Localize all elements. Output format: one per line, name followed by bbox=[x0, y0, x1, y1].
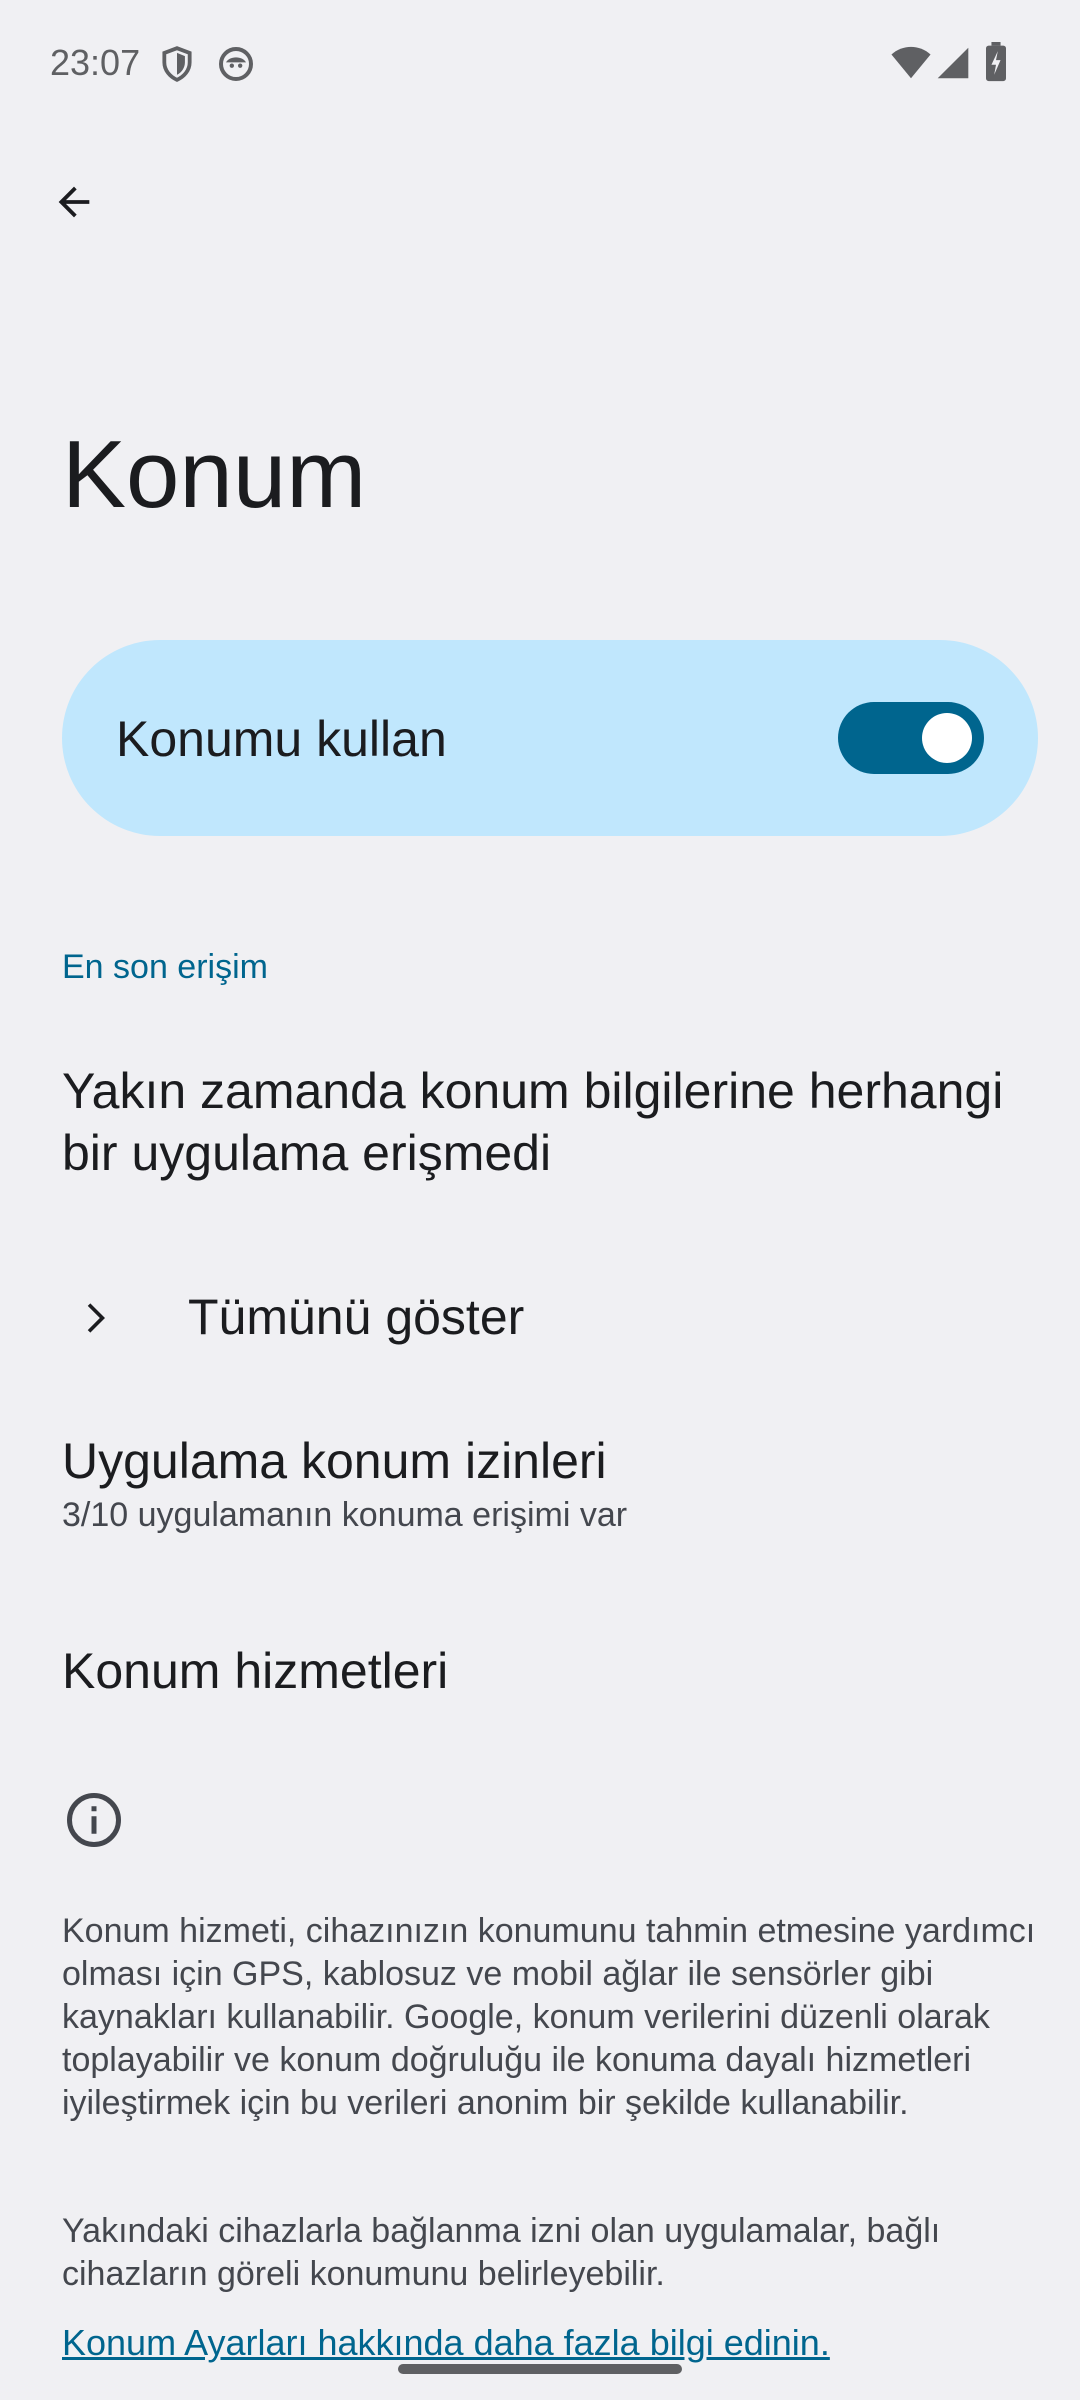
learn-more-link[interactable]: Konum Ayarları hakkında daha fazla bilgi… bbox=[62, 2322, 830, 2364]
app-location-permissions-item[interactable]: Uygulama konum izinleri 3/10 uygulamanın… bbox=[62, 1430, 1022, 1538]
location-services-title: Konum hizmetleri bbox=[62, 1643, 449, 1699]
battery-charging-icon bbox=[984, 42, 1008, 87]
recent-access-header: En son erişim bbox=[62, 948, 268, 986]
see-all-button[interactable]: Tümünü göster bbox=[0, 1268, 1080, 1368]
status-time: 23:07 bbox=[50, 42, 141, 83]
location-services-item[interactable]: Konum hizmetleri bbox=[62, 1640, 1022, 1702]
cell-signal-icon bbox=[936, 46, 970, 85]
nearby-devices-footer-paragraph: Yakındaki cihazlarla bağlanma izni olan … bbox=[62, 2212, 941, 2293]
use-location-toggle[interactable] bbox=[838, 702, 984, 774]
chevron-right-icon bbox=[72, 1292, 116, 1349]
toggle-thumb bbox=[922, 713, 972, 763]
recent-access-empty-message: Yakın zamanda konum bilgilerine herhangi… bbox=[62, 1063, 1004, 1181]
back-button[interactable] bbox=[36, 166, 112, 242]
shield-icon bbox=[158, 44, 196, 89]
see-all-label: Tümünü göster bbox=[188, 1289, 525, 1345]
wifi-icon bbox=[890, 46, 932, 85]
use-location-label: Konumu kullan bbox=[116, 711, 447, 767]
info-icon bbox=[64, 1790, 124, 1855]
navigation-handle[interactable] bbox=[398, 2364, 682, 2374]
app-location-permissions-summary: 3/10 uygulamanın konuma erişimi var bbox=[62, 1496, 628, 1534]
status-bar: 23:07 bbox=[0, 0, 1080, 130]
location-footer-paragraph: Konum hizmeti, cihazınızın konumunu tahm… bbox=[62, 1912, 1036, 2122]
use-location-switch-bar[interactable]: Konumu kullan bbox=[62, 640, 1038, 836]
assistant-face-icon bbox=[216, 44, 256, 89]
page-title: Konum bbox=[62, 421, 367, 528]
app-location-permissions-title: Uygulama konum izinleri bbox=[62, 1433, 607, 1489]
arrow-back-icon bbox=[51, 179, 97, 230]
